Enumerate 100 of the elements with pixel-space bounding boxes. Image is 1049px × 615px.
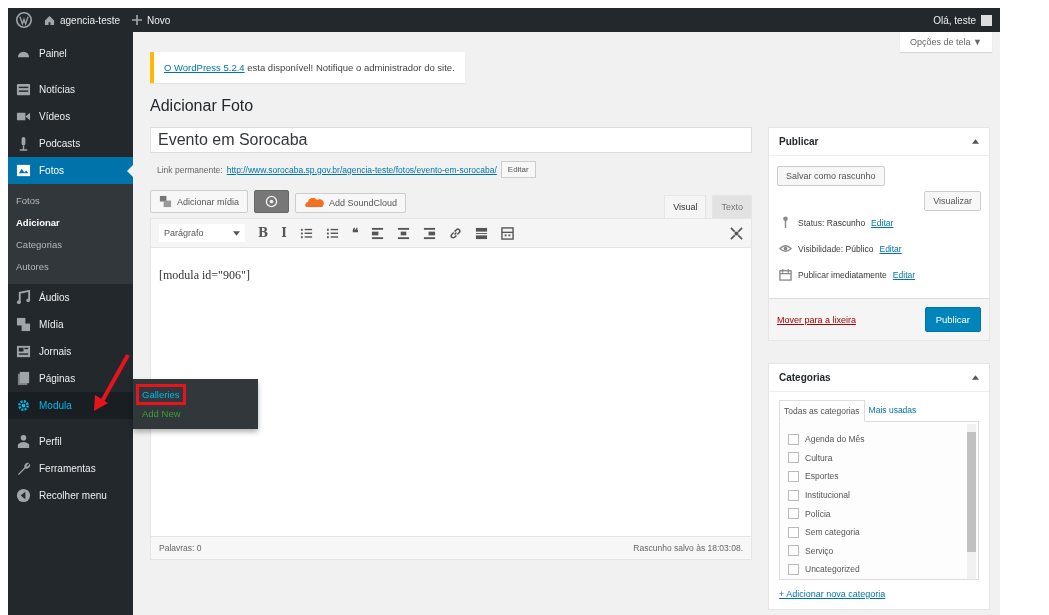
collapse-arrow-icon[interactable]: [972, 139, 979, 144]
flyout-item[interactable]: Galleries: [139, 387, 183, 402]
checkbox[interactable]: [788, 508, 799, 520]
publish-button[interactable]: Publicar: [924, 307, 981, 332]
submenu-item[interactable]: Categorias: [8, 234, 133, 256]
add-media-button[interactable]: Adicionar mídia: [150, 190, 249, 213]
calendar-icon: [779, 268, 792, 281]
eye-icon: [779, 242, 792, 255]
align-right-icon[interactable]: [422, 226, 436, 240]
checkbox[interactable]: [788, 452, 799, 464]
edit-link[interactable]: Editar: [879, 243, 902, 254]
align-left-icon[interactable]: [370, 226, 384, 240]
menu-item[interactable]: Recolher menu: [8, 482, 133, 509]
collapse-arrow-icon[interactable]: [972, 375, 979, 380]
scrollbar[interactable]: [967, 424, 976, 579]
menu-item[interactable]: Jornais: [8, 338, 133, 365]
news-icon: [16, 82, 31, 97]
editor-tab[interactable]: Texto: [712, 195, 752, 218]
music-icon: [16, 290, 31, 305]
link-icon[interactable]: [448, 226, 462, 240]
flyout-item[interactable]: Add New: [139, 406, 184, 421]
cloud-icon: [304, 198, 325, 208]
more-icon[interactable]: [474, 226, 488, 240]
save-status: Rascunho salvo às 18:03:08.: [633, 543, 743, 553]
category-label: Institucional: [805, 490, 850, 501]
notice-text: esta disponível! Notifique o administrador do site.: [247, 62, 455, 73]
submenu-item[interactable]: Adicionar: [8, 212, 133, 234]
circle-icon: [265, 195, 279, 208]
site-link[interactable]: agencia-teste: [44, 14, 121, 26]
soundcloud-button[interactable]: Add SoundCloud: [295, 193, 407, 213]
permalink-link[interactable]: http://www.sorocaba.sp.gov.br/agencia-teste/fotos/evento-em-sorocaba/: [226, 164, 497, 175]
editor-tab[interactable]: Visual: [664, 195, 707, 218]
pages-icon: [16, 371, 31, 386]
panel-title: Categorias: [779, 372, 831, 383]
plus-icon: [132, 15, 143, 25]
wordpress-logo-icon[interactable]: [16, 12, 32, 28]
menu-item[interactable]: Perfil: [8, 428, 133, 455]
category-tab[interactable]: Todas as categorias: [779, 400, 865, 422]
submenu-item[interactable]: Autores: [8, 256, 133, 278]
category-label: Sem categoria: [805, 527, 860, 538]
menu-item[interactable]: Fotos: [8, 157, 133, 184]
publish-setting: Publicar imediatamente: [798, 269, 887, 280]
menu-item[interactable]: Modula: [8, 392, 133, 419]
menu-item[interactable]: Mídia: [8, 311, 133, 338]
category-tab[interactable]: Mais usadas: [864, 400, 921, 421]
align-center-icon[interactable]: [396, 226, 410, 240]
plugin-button[interactable]: [254, 190, 290, 213]
account-link[interactable]: Olá, teste: [933, 14, 992, 26]
menu-item[interactable]: Páginas: [8, 365, 133, 392]
panel-title: Publicar: [779, 136, 819, 147]
toolbar-button[interactable]: I: [281, 226, 287, 240]
menu-item[interactable]: Podcasts: [8, 130, 133, 157]
menu-item[interactable]: Notícias: [8, 76, 133, 103]
preview-button[interactable]: Visualizar: [924, 191, 981, 211]
photo-icon: [16, 163, 31, 178]
fullscreen-icon[interactable]: [730, 226, 743, 240]
avatar-icon: [981, 14, 992, 26]
category-label: Esportes: [805, 471, 839, 482]
screen-options-tab[interactable]: Opções de tela ▼: [900, 32, 992, 52]
user-icon: [16, 434, 31, 449]
menu-item[interactable]: Áudios: [8, 284, 133, 311]
category-label: Agenda do Mês: [805, 434, 865, 445]
title-field[interactable]: Evento em Sorocaba: [150, 127, 752, 153]
wrench-icon: [16, 461, 31, 476]
update-link[interactable]: O WordPress 5.2.4: [164, 62, 245, 73]
edit-link[interactable]: Editar: [892, 269, 916, 280]
category-label: Cultura: [805, 452, 833, 463]
edit-link[interactable]: Editar: [871, 217, 894, 228]
toolbar-button[interactable]: B: [258, 226, 269, 240]
checkbox[interactable]: [788, 433, 799, 445]
checkbox[interactable]: [788, 489, 799, 501]
submenu-item[interactable]: Fotos: [8, 190, 133, 212]
collapse-icon: [16, 488, 31, 503]
checkbox[interactable]: [788, 563, 799, 575]
home-icon: [44, 14, 55, 26]
menu-item[interactable]: Ferramentas: [8, 455, 133, 482]
toolbar-button[interactable]: ❝: [351, 226, 358, 240]
checkbox[interactable]: [788, 545, 799, 557]
save-draft-button[interactable]: Salvar como rascunho: [777, 166, 885, 186]
permalink-label: Link permanente:: [157, 164, 223, 175]
checkbox[interactable]: [788, 471, 799, 482]
menu-item[interactable]: Vídeos: [8, 103, 133, 130]
checkbox[interactable]: [788, 526, 799, 538]
publish-setting: Status: Rascunho: [798, 217, 866, 228]
editor-text[interactable]: [modula id="906"]: [159, 268, 250, 282]
bullets-icon[interactable]: [299, 226, 313, 240]
category-label: Uncategorized: [805, 564, 860, 575]
kitchen-icon[interactable]: [500, 226, 514, 240]
publish-setting: Visibilidade: Público: [798, 243, 874, 254]
media-icon: [159, 195, 172, 208]
edit-permalink-button[interactable]: Editar: [500, 161, 536, 178]
media-icon: [16, 317, 31, 332]
trash-link[interactable]: Mover para a lixeira: [777, 314, 857, 325]
numbers-icon[interactable]: [325, 226, 339, 240]
page-title: Adicionar Foto: [150, 97, 255, 115]
paper-icon: [16, 344, 31, 359]
add-category-link[interactable]: + Adicionar nova categoria: [779, 588, 886, 599]
format-select[interactable]: Parágrafo: [159, 224, 245, 242]
new-link[interactable]: Novo: [132, 14, 171, 26]
menu-item[interactable]: Painel: [8, 40, 133, 67]
